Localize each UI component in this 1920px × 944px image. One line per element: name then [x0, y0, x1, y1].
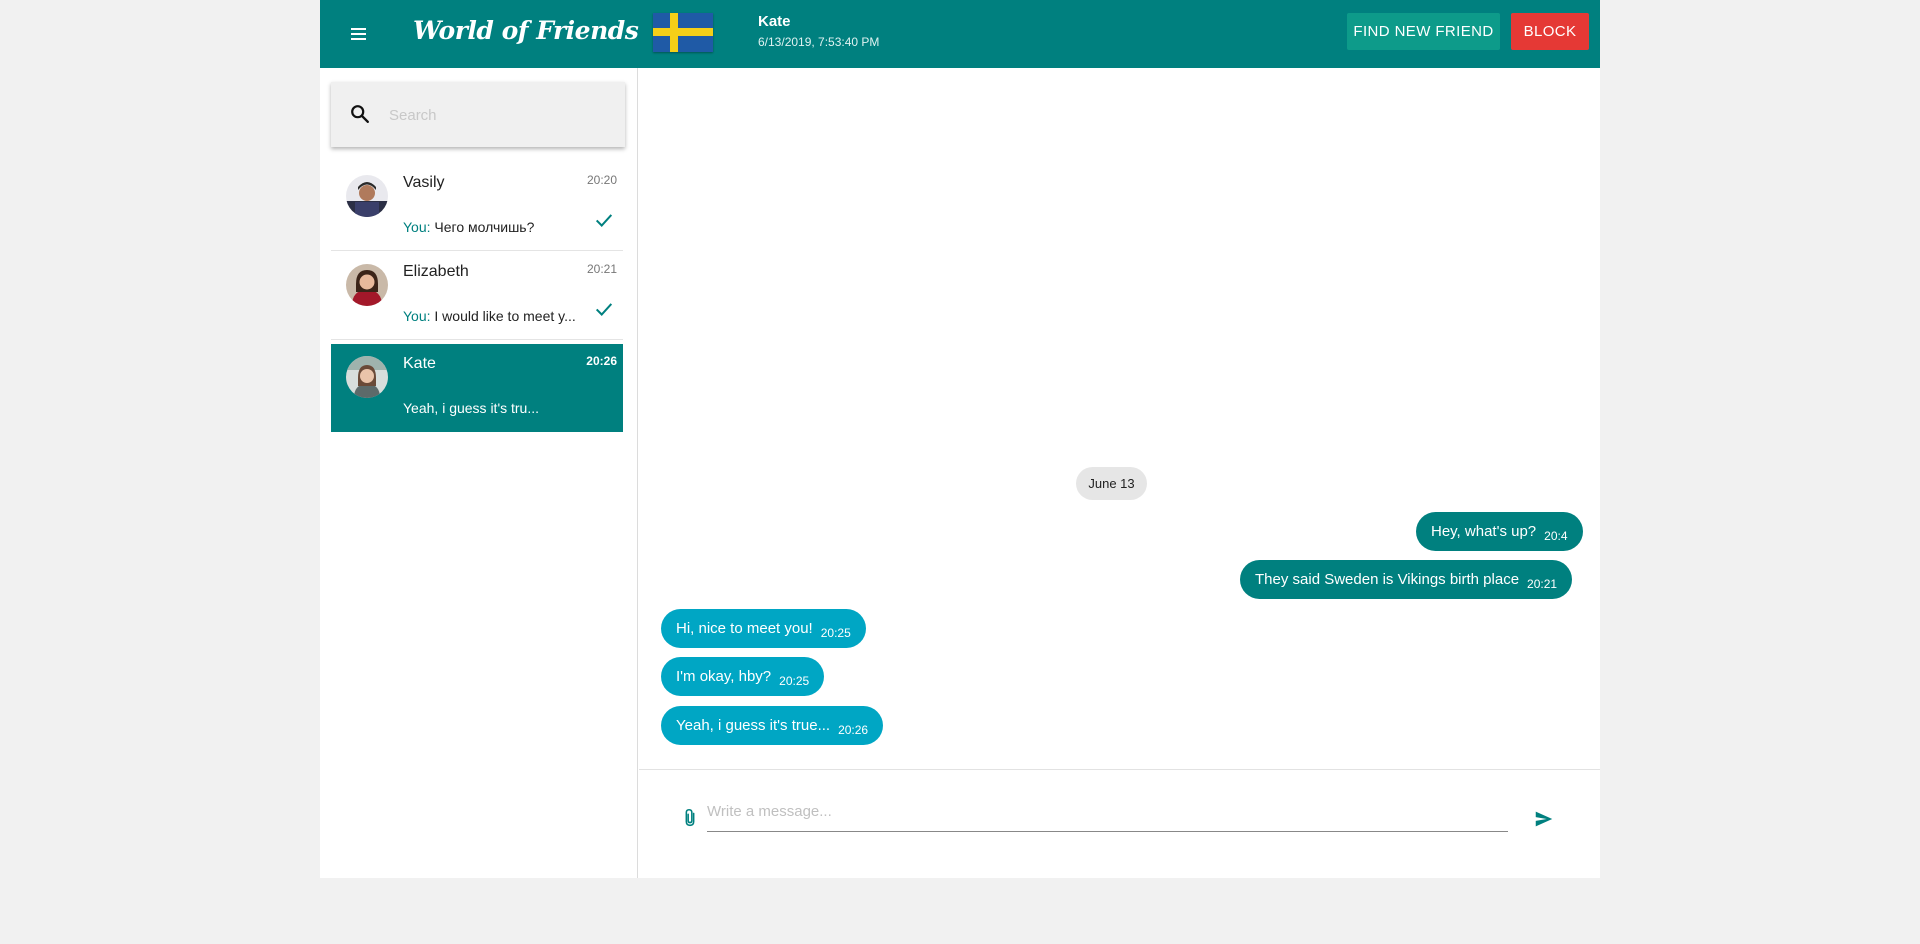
conversation-preview: You: Чего молчишь?: [403, 219, 534, 235]
message-time: 20:25: [779, 674, 810, 688]
message-time: 20:26: [838, 723, 869, 737]
conversation-preview: Yeah, i guess it's tru...: [403, 400, 540, 416]
conversation-name: Elizabeth: [403, 263, 469, 280]
conversation-time: 20:20: [586, 173, 617, 187]
chat-contact-date: 6/13/2019, 7:53:40 PM: [758, 35, 880, 49]
message-bubble-incoming: Yeah, i guess it's true... 20:26: [661, 706, 884, 745]
search-input[interactable]: [389, 102, 609, 128]
sidebar: Vasily 20:20 You: Чего молчишь? Elizabet…: [320, 68, 638, 878]
conversation-time: 20:26: [586, 354, 617, 368]
check-icon: [595, 214, 613, 227]
message-time: 20:21: [1527, 577, 1558, 591]
conversation-time: 20:21: [586, 262, 617, 276]
attach-icon[interactable]: [679, 807, 701, 829]
message-bubble-outgoing: They said Sweden is Vikings birth place …: [1240, 560, 1573, 599]
conversation-item-vasily[interactable]: Vasily 20:20 You: Чего молчишь?: [331, 163, 623, 251]
conversation-preview: You: I would like to meet y...: [403, 308, 576, 324]
preview-text: Чего молчишь?: [430, 219, 535, 235]
block-button[interactable]: BLOCK: [1511, 13, 1589, 50]
date-separator: June 13: [1076, 467, 1147, 500]
message-time: 20:25: [820, 626, 851, 640]
message-bubble-incoming: Hi, nice to meet you! 20:25: [661, 609, 866, 648]
top-bar: World of Friends Kate 6/13/2019, 7:53:40…: [320, 0, 1600, 68]
message-bubble-outgoing: Hey, what's up? 20:4: [1416, 512, 1583, 551]
search-box: [331, 82, 625, 147]
message-text: I'm okay, hby?: [676, 668, 772, 685]
message-text: They said Sweden is Vikings birth place: [1255, 571, 1520, 588]
chat-panel: June 13 Hey, what's up? 20:4 They said S…: [639, 68, 1600, 878]
message-input[interactable]: [707, 796, 1508, 832]
message-time: 20:4: [1544, 529, 1568, 543]
conversation-name: Vasily: [403, 174, 445, 191]
you-label: You:: [403, 219, 431, 235]
sweden-flag-icon: [653, 13, 713, 52]
chat-contact-name: Kate: [758, 13, 791, 30]
check-icon: [595, 303, 613, 316]
app-title: World of Friends: [413, 16, 639, 45]
message-bubble-incoming: I'm okay, hby? 20:25: [661, 657, 825, 696]
avatar: [346, 356, 388, 398]
avatar: [346, 264, 388, 306]
message-text: Hey, what's up?: [1431, 523, 1537, 540]
preview-text: I would like to meet y...: [430, 308, 576, 324]
message-text: Yeah, i guess it's true...: [676, 717, 831, 734]
menu-icon[interactable]: [344, 20, 372, 48]
you-label: You:: [403, 308, 431, 324]
send-icon[interactable]: [1533, 808, 1555, 830]
message-composer: [639, 769, 1600, 878]
search-icon[interactable]: [349, 103, 371, 125]
conversation-item-kate[interactable]: Kate 20:26 Yeah, i guess it's tru...: [331, 344, 623, 432]
find-new-friend-button[interactable]: FIND NEW FRIEND: [1347, 13, 1500, 50]
app-window: World of Friends Kate 6/13/2019, 7:53:40…: [320, 0, 1600, 878]
avatar: [346, 175, 388, 217]
conversation-item-elizabeth[interactable]: Elizabeth 20:21 You: I would like to mee…: [331, 252, 623, 340]
conversation-name: Kate: [403, 355, 436, 372]
message-text: Hi, nice to meet you!: [676, 620, 813, 637]
